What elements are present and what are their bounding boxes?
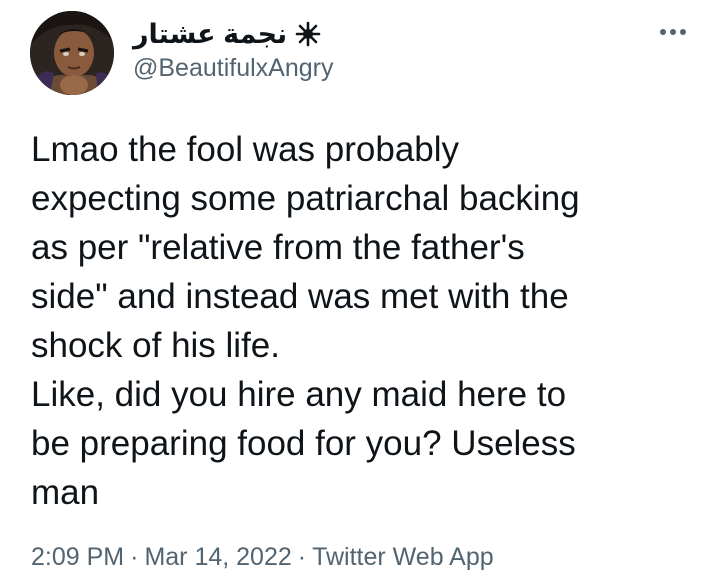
- tweet-source[interactable]: Twitter Web App: [312, 543, 494, 571]
- author-handle[interactable]: @BeautifulxAngry: [133, 54, 333, 83]
- avatar[interactable]: [30, 11, 114, 95]
- more-dot: [670, 29, 676, 35]
- tweet-text-line: side" and instead was met with the: [31, 277, 569, 316]
- tweet-text: Lmao the fool was probably expecting som…: [31, 125, 691, 517]
- tweet-time[interactable]: 2:09 PM: [31, 543, 124, 571]
- meta-separator: ·: [130, 543, 139, 571]
- more-dot: [660, 29, 666, 35]
- tweet-text-line: Lmao the fool was probably: [31, 130, 460, 169]
- meta-separator: ·: [297, 543, 307, 571]
- eight-pointed-star-icon: [295, 21, 321, 47]
- tweet-text-line: as per "relative from the father's: [31, 228, 525, 267]
- display-name[interactable]: نجمة عشتار: [133, 19, 287, 50]
- tweet-metadata: 2:09 PM · Mar 14, 2022 · Twitter Web App: [31, 543, 494, 572]
- tweet: نجمة عشتار @BeautifulxAngry Lmao the foo…: [0, 0, 720, 578]
- more-dot: [680, 29, 686, 35]
- tweet-text-line: expecting some patriarchal backing: [31, 179, 580, 218]
- tweet-text-line: man: [31, 473, 100, 512]
- tweet-text-line: be preparing food for you? Useless: [31, 424, 576, 463]
- avatar-image: [30, 11, 114, 95]
- tweet-text-line: shock of his life.: [31, 326, 280, 365]
- tweet-text-line: Like, did you hire any maid here to: [31, 375, 567, 414]
- tweet-date[interactable]: Mar 14, 2022: [144, 543, 291, 571]
- author-name-row: نجمة عشتار: [133, 17, 321, 51]
- more-options-icon[interactable]: [655, 20, 691, 44]
